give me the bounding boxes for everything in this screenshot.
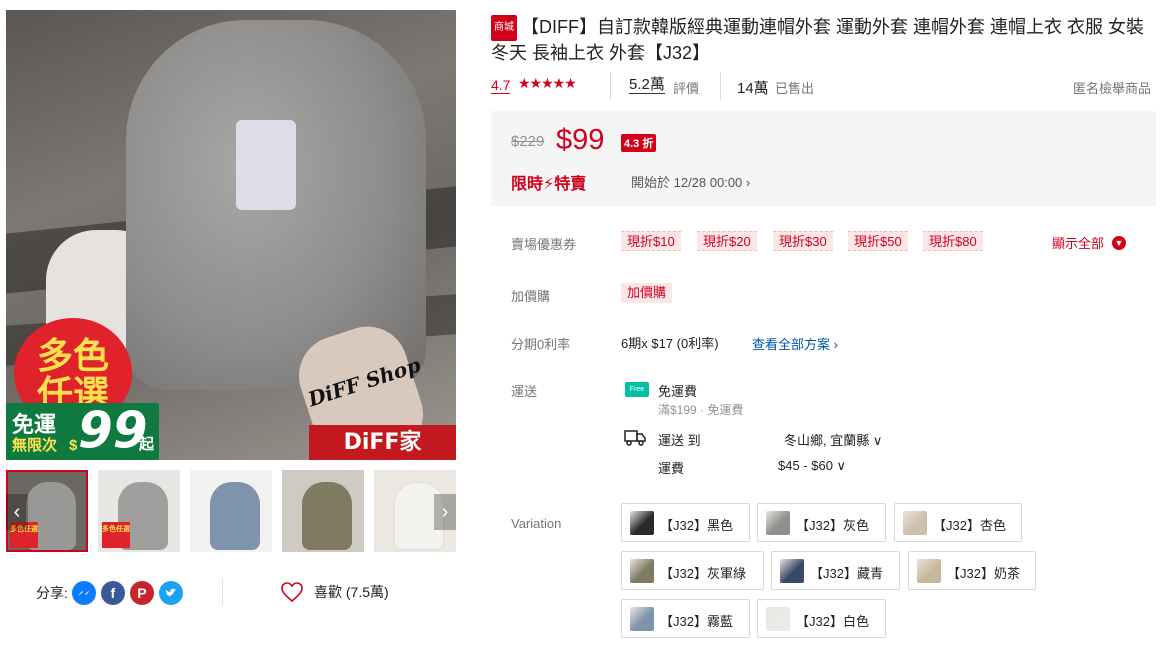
free-shipping-icon: Free [625, 382, 649, 397]
show-all-vouchers-button[interactable]: 顯示全部 ▼ [1052, 233, 1127, 252]
stats-divider [610, 72, 611, 100]
multi-color-text: 多色 [36, 336, 109, 377]
variation-option-label: 【J32】奶茶 [947, 566, 1020, 581]
variation-swatch [780, 559, 804, 583]
twitter-icon[interactable] [158, 581, 183, 605]
unlimited-text: 無限次 [12, 436, 58, 454]
variation-option-label: 【J32】灰色 [796, 518, 869, 533]
brand-band: DiFF家 [309, 425, 456, 460]
reviews-count[interactable]: 5.2萬 [629, 77, 665, 94]
promo-price: 99 [78, 401, 148, 459]
variation-swatch [766, 511, 790, 535]
flash-sale-label: 限時⚡特賣 [511, 176, 587, 193]
share-row: 分享: f P [36, 580, 188, 606]
variation-option-label: 【J32】黑色 [660, 518, 733, 533]
facebook-icon[interactable]: f [100, 581, 125, 605]
mall-badge: 商城 [491, 15, 517, 41]
variation-swatch [917, 559, 941, 583]
voucher-tag[interactable]: 現折$50 [848, 231, 908, 251]
variation-option-mist-blue[interactable]: 【J32】霧藍 [621, 599, 750, 638]
installment-label: 分期0利率 [511, 337, 571, 352]
shipping-fee-label: 運費 [658, 461, 685, 476]
reviews-label: 評價 [673, 81, 700, 96]
variation-option-label: 【J32】藏青 [810, 566, 883, 581]
rating-value[interactable]: 4.7 [491, 77, 511, 94]
voucher-tag[interactable]: 現折$30 [773, 231, 833, 251]
sold-count: 14萬 [737, 80, 769, 97]
price-box: $229 $99 4.3 折 限時⚡特賣 開始於 12/28 00:00 › [491, 111, 1156, 206]
ship-to-label: 運送 到 [658, 433, 701, 448]
product-title-text: 【DIFF】自訂款韓版經典運動連帽外套 運動外套 連帽外套 連帽上衣 衣服 女裝… [491, 17, 1144, 63]
free-shipping-title: 免運費 [658, 384, 698, 399]
ship-to-location-select[interactable]: 冬山鄉, 宜蘭縣 ∨ [784, 430, 882, 449]
variation-label: Variation [511, 516, 562, 531]
dollar-sign: $ [69, 437, 78, 454]
thumbnail-2[interactable]: 多色任選 [98, 470, 180, 552]
installment-value: 6期x $17 (0利率) [621, 336, 719, 351]
thumbnail-strip: 多色任選 多色任選 [6, 470, 456, 552]
free-ship-banner: 免運 無限次 $ 99 起 [6, 401, 159, 460]
variation-option-white[interactable]: 【J32】白色 [757, 599, 886, 638]
product-stats: 4.7 ★★★★★ 5.2萬 評價 14萬 已售出 匿名檢舉商品 [491, 72, 1151, 100]
thumbnail-figure [210, 482, 260, 550]
inner-shirt [236, 120, 296, 210]
discount-badge: 4.3 折 [621, 134, 657, 152]
variation-swatch [630, 607, 654, 631]
variation-swatch [630, 559, 654, 583]
variation-option-label: 【J32】霧藍 [660, 614, 733, 629]
voucher-label: 賣場優惠券 [511, 237, 577, 252]
voucher-tag[interactable]: 現折$10 [621, 231, 681, 251]
variation-option-label: 【J32】杏色 [933, 518, 1006, 533]
variation-option-label: 【J32】白色 [796, 614, 869, 629]
variation-option-army-green[interactable]: 【J32】灰軍綠 [621, 551, 764, 590]
thumbnail-figure [302, 482, 352, 550]
from-text: 起 [139, 435, 155, 453]
voucher-tag[interactable]: 現折$80 [923, 231, 983, 251]
addon-label: 加價購 [511, 289, 551, 304]
voucher-tag[interactable]: 現折$20 [697, 231, 757, 251]
sold-label: 已售出 [775, 81, 815, 96]
free-shipping-condition: 滿$199 · 免運費 [658, 403, 744, 417]
variation-swatch [903, 511, 927, 535]
report-product-link[interactable]: 匿名檢舉商品 [1073, 78, 1151, 97]
chevron-down-icon: ▼ [1112, 235, 1127, 250]
flash-sale-start[interactable]: 開始於 12/28 00:00 › [631, 172, 750, 191]
variation-option-apricot[interactable]: 【J32】杏色 [894, 503, 1022, 542]
like-label: 喜歡 (7.5萬) [314, 584, 389, 600]
truck-icon [624, 430, 646, 446]
variation-option-gray[interactable]: 【J32】灰色 [757, 503, 886, 542]
variation-option-navy[interactable]: 【J32】藏青 [771, 551, 900, 590]
variation-option-label: 【J32】灰軍綠 [660, 566, 746, 581]
share-label: 分享: [36, 585, 68, 601]
variation-swatch [766, 607, 790, 631]
messenger-icon[interactable] [71, 581, 96, 605]
shipping-fee-select[interactable]: $45 - $60 ∨ [778, 458, 846, 474]
thumbnail-prev-button[interactable]: ‹ [6, 494, 28, 530]
show-all-label: 顯示全部 [1052, 236, 1105, 251]
installment-plans-link[interactable]: 查看全部方案 › [752, 334, 838, 353]
thumbnail-next-button[interactable]: › [434, 494, 456, 530]
share-divider [222, 578, 223, 606]
heart-icon [281, 582, 303, 603]
variation-swatch [630, 511, 654, 535]
shipping-label: 運送 [511, 384, 538, 399]
variation-option-milk-tea[interactable]: 【J32】奶茶 [908, 551, 1036, 590]
current-price: $99 [556, 124, 605, 156]
like-button[interactable]: 喜歡 (7.5萬) [280, 581, 389, 603]
pinterest-icon[interactable]: P [129, 581, 154, 605]
thumbnail-promo-tag: 多色任選 [102, 522, 130, 548]
variation-option-black[interactable]: 【J32】黑色 [621, 503, 750, 542]
stats-divider [720, 72, 721, 100]
addon-tag[interactable]: 加價購 [621, 283, 673, 303]
thumbnail-4[interactable] [282, 470, 364, 552]
rating-stars-icon: ★★★★★ [518, 75, 577, 91]
product-title: 商城 【DIFF】自訂款韓版經典運動連帽外套 運動外套 連帽外套 連帽上衣 衣服 … [491, 15, 1161, 65]
original-price: $229 [511, 133, 545, 150]
thumbnail-3[interactable] [190, 470, 272, 552]
